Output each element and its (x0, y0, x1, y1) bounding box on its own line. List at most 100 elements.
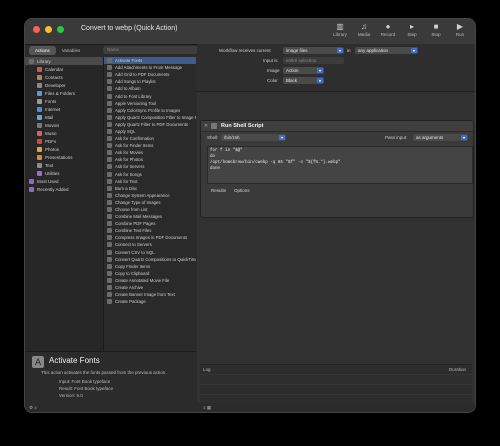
action-item[interactable]: Add Attachments to Front Message (104, 64, 196, 71)
sidebar-item[interactable]: Internet (25, 105, 103, 113)
action-label: Ask for Finder Items (115, 143, 154, 149)
action-header: ✕ Run Shell Script (201, 121, 473, 132)
action-icon (107, 178, 112, 184)
minimize-button[interactable] (45, 26, 52, 33)
sidebar-item[interactable]: Library (25, 57, 103, 65)
close-button[interactable] (33, 26, 40, 33)
action-item[interactable]: Copy Finder Items (104, 263, 196, 270)
sidebar-item[interactable]: Calendar (25, 65, 103, 73)
action-item[interactable]: Ask for Confirmation (104, 135, 196, 142)
action-icon (107, 277, 112, 283)
action-item[interactable]: Ask for Servers (104, 163, 196, 170)
action-item[interactable]: Connect to Servers (104, 241, 196, 248)
action-item[interactable]: Create Banner Image from Text (104, 291, 196, 298)
action-item[interactable]: Combine Mail Messages (104, 213, 196, 220)
sidebar-item[interactable]: Mail (25, 113, 103, 121)
action-item[interactable]: Combine PDF Pages (104, 220, 196, 227)
action-icon (107, 58, 112, 64)
sidebar-item[interactable]: PDFs (25, 137, 103, 145)
action-item[interactable]: Burn a Disc (104, 185, 196, 192)
action-label: Combine PDF Pages (115, 221, 156, 227)
stop-button[interactable]: ■ Stop (427, 22, 445, 37)
record-button[interactable]: ● Record (379, 22, 397, 37)
action-item[interactable]: Change System Appearance (104, 192, 196, 199)
action-label: Burn a Disc (115, 185, 138, 191)
category-icon (37, 130, 42, 136)
action-item[interactable]: Combine Text Files (104, 227, 196, 234)
action-label: Combine Text Files (115, 228, 152, 234)
options-tab[interactable]: Options (234, 188, 250, 193)
action-item[interactable]: Copy to Clipboard (104, 270, 196, 277)
segment-variables[interactable]: Variables (56, 46, 86, 55)
receives-popup[interactable]: image files ▾ (283, 47, 344, 54)
sidebar-item[interactable]: Files & Folders (25, 89, 103, 97)
action-item[interactable]: Choose from List (104, 206, 196, 213)
step-button[interactable]: ▸ Step (403, 22, 421, 37)
sidebar-item[interactable]: Text (25, 161, 103, 169)
action-icon (107, 235, 112, 241)
sidebar-item[interactable]: Utilities (25, 169, 103, 177)
action-icon (107, 136, 112, 142)
action-item[interactable]: Add to Font Library (104, 92, 196, 99)
category-icon (37, 162, 42, 168)
color-popup[interactable]: Black ▾ (283, 77, 324, 84)
sidebar-item[interactable]: Developer (25, 81, 103, 89)
sidebar-item[interactable]: Fonts (25, 97, 103, 105)
sidebar-item[interactable]: Movies (25, 121, 103, 129)
action-item[interactable]: Add Grid to PDF Documents (104, 71, 196, 78)
action-item[interactable]: Apply Quartz Composition Filter to Image… (104, 114, 196, 121)
window-controls (33, 26, 64, 33)
zoom-button[interactable] (57, 26, 64, 33)
library-button[interactable]: ▥ Library (331, 22, 349, 37)
action-item[interactable]: Ask for Songs (104, 171, 196, 178)
pass-input-popup[interactable]: as arguments ▾ (413, 134, 468, 141)
sidebar-item[interactable]: Presentations (25, 153, 103, 161)
action-label: Ask for Movies (115, 150, 144, 156)
input-popup[interactable]: entire selection (283, 57, 344, 64)
category-icon (37, 170, 42, 176)
action-item[interactable]: Add Songs to Playlist (104, 78, 196, 85)
action-icon (107, 199, 112, 205)
action-item[interactable]: Compress Images in PDF Documents (104, 234, 196, 241)
action-icon (107, 270, 112, 276)
action-item[interactable]: Apply SQL (104, 128, 196, 135)
category-icon (29, 186, 34, 192)
image-popup[interactable]: Action ▾ (283, 67, 324, 74)
sidebar-item[interactable]: Contacts (25, 73, 103, 81)
action-item[interactable]: Convert CSV to SQL (104, 249, 196, 256)
action-item[interactable]: Convert Quartz Compositions to QuickTime… (104, 256, 196, 263)
application-popup[interactable]: any application ▾ (355, 47, 418, 54)
sidebar-item[interactable]: Most Used (25, 177, 103, 185)
action-icon (107, 93, 112, 99)
shell-popup[interactable]: /bin/zsh ▾ (221, 134, 286, 141)
search-field[interactable]: Name (103, 46, 199, 54)
action-item[interactable]: Create Archive (104, 284, 196, 291)
sidebar-item[interactable]: Music (25, 129, 103, 137)
action-item[interactable]: Apply ColorSync Profile to Images (104, 107, 196, 114)
action-icon (107, 65, 112, 71)
action-item[interactable]: Ask for Finder Items (104, 142, 196, 149)
sidebar-item[interactable]: Photos (25, 145, 103, 153)
action-item[interactable]: Apple Versioning Tool (104, 100, 196, 107)
sidebar-item[interactable]: Recently Added (25, 185, 103, 193)
run-shell-script-action[interactable]: ✕ Run Shell Script Shell: /bin/zsh ▾ Pass… (200, 120, 474, 218)
action-item[interactable]: Create Package (104, 298, 196, 305)
action-label: Apply SQL (115, 128, 136, 134)
action-item[interactable]: Ask for Text (104, 178, 196, 185)
action-label: Add Songs to Playlist (115, 79, 156, 85)
segment-actions[interactable]: Actions (29, 46, 56, 55)
media-button[interactable]: ♫ Media (355, 22, 373, 37)
action-item[interactable]: Ask for Movies (104, 149, 196, 156)
script-editor[interactable]: for f in "$@" do /opt/homebrew/bin/cwebp… (207, 146, 473, 184)
close-icon[interactable]: ✕ (204, 123, 208, 129)
description-input: Input: Font Book typeface (59, 379, 111, 384)
run-button[interactable]: ▶ Run (451, 22, 469, 37)
sidebar-item-label: Utilities (45, 170, 60, 176)
action-item[interactable]: Create Annotated Movie File (104, 277, 196, 284)
action-item[interactable]: Add to Album (104, 85, 196, 92)
action-item[interactable]: Activate Fonts (104, 57, 196, 65)
action-item[interactable]: Change Type of Images (104, 199, 196, 206)
action-item[interactable]: Ask for Photos (104, 156, 196, 163)
results-tab[interactable]: Results (211, 188, 226, 193)
action-item[interactable]: Apply Quartz Filter to PDF Documents (104, 121, 196, 128)
